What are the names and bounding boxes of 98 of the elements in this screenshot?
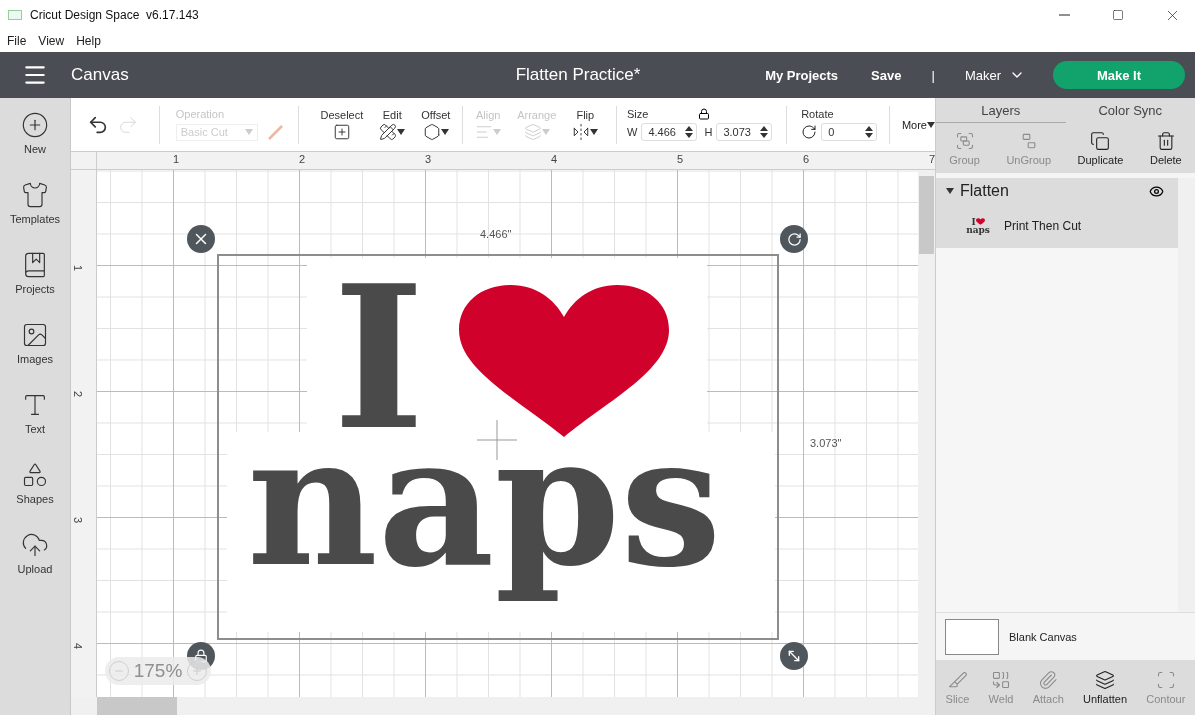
caret-icon — [440, 128, 449, 135]
ruler-label: 7 — [929, 153, 935, 165]
more-button[interactable]: More — [901, 118, 935, 131]
machine-dropdown[interactable]: Maker — [958, 66, 1031, 84]
caret-icon[interactable] — [946, 188, 954, 194]
caret-icon — [590, 128, 599, 135]
separator-text: | — [931, 67, 935, 83]
height-field[interactable]: 3.073 — [716, 123, 773, 141]
contour-icon — [1155, 670, 1176, 690]
window-title: Cricut Design Space v6.17.143 — [30, 8, 200, 22]
menu-item[interactable]: View — [38, 34, 65, 48]
sidebar-item[interactable]: Upload — [0, 518, 70, 588]
ruler-label: 3 — [425, 153, 432, 165]
eye-icon[interactable] — [1149, 183, 1164, 199]
size-label: Size — [627, 108, 649, 120]
caret-icon — [397, 128, 406, 135]
shirt-icon — [21, 181, 49, 209]
layer-group-name: Flatten — [960, 182, 1010, 200]
sidebar-item[interactable]: Text — [0, 378, 70, 448]
ruler-label: 4 — [551, 153, 558, 165]
layer-thumbnail: I naps — [965, 217, 991, 235]
menu-item[interactable]: File — [7, 34, 27, 48]
layer-row[interactable]: I naps Print Then Cut — [936, 204, 1178, 248]
app-logo — [8, 10, 22, 20]
hexagon-icon — [422, 122, 441, 141]
lock-icon[interactable] — [698, 108, 711, 120]
caret-icon — [926, 121, 935, 128]
maximize-icon — [1112, 9, 1124, 21]
spinner-arrows-icon — [865, 125, 874, 139]
heart-icon — [459, 285, 669, 437]
toolbar-tool[interactable]: Deselect — [312, 108, 372, 141]
layer-action[interactable]: Delete — [1145, 130, 1186, 166]
ruler-label: 2 — [72, 390, 85, 398]
crosshair-icon — [477, 420, 517, 460]
width-field[interactable]: 4.466 — [641, 123, 698, 141]
ruler-label: 4 — [72, 642, 85, 650]
zoom-level: 175% — [133, 660, 183, 682]
project-title: Flatten Practice* — [514, 65, 642, 85]
caret-icon — [493, 128, 502, 135]
header-link[interactable]: Save — [871, 67, 902, 83]
width-dimension: 4.466" — [480, 228, 512, 240]
toolbar-tool[interactable]: Offset — [413, 108, 459, 141]
flip-icon — [572, 122, 591, 141]
rotate-label: Rotate — [801, 108, 835, 120]
resize-handle[interactable] — [780, 642, 808, 670]
width-label: W — [627, 126, 638, 138]
layer-action[interactable]: Unflatten — [1079, 670, 1132, 705]
weld-icon — [991, 670, 1012, 690]
ruler-label: 1 — [173, 153, 180, 165]
height-dimension: 3.073" — [810, 437, 842, 449]
layer-action[interactable]: Duplicate — [1073, 130, 1128, 166]
section-title: Canvas — [71, 65, 130, 85]
header-link[interactable]: My Projects — [765, 67, 839, 83]
caret-icon — [244, 129, 253, 135]
toolbar-tool[interactable]: Edit — [371, 108, 414, 141]
spinner-arrows-icon — [760, 125, 769, 139]
spinner-arrows-icon — [685, 125, 694, 139]
ruler-label: 1 — [72, 264, 85, 272]
ruler-label: 2 — [299, 153, 306, 165]
rotate-handle[interactable] — [780, 225, 808, 253]
scrollbar-thumb[interactable] — [919, 176, 934, 254]
caret-icon — [541, 128, 550, 135]
design-text: naps — [247, 464, 722, 604]
scrollbar-thumb[interactable] — [97, 697, 177, 715]
canvas-grid[interactable]: I naps 4.466" 3.073" 175% — [97, 170, 918, 697]
cloud-upload-icon — [21, 531, 49, 559]
shapes-icon — [21, 461, 49, 489]
rotate-field[interactable]: 0 — [821, 123, 878, 141]
plus-circle-icon — [21, 111, 49, 139]
sidebar-item[interactable]: Projects — [0, 238, 70, 308]
menu-item[interactable]: Help — [76, 34, 101, 48]
toolbar-tool[interactable]: Flip — [564, 108, 607, 141]
height-label: H — [703, 126, 713, 138]
slice-icon — [947, 670, 968, 690]
rotate-icon — [801, 124, 818, 140]
pencil-ruler-icon — [379, 122, 398, 141]
sidebar-item[interactable]: Shapes — [0, 448, 70, 518]
canvas-name: Blank Canvas — [1009, 630, 1077, 643]
duplicate-icon — [1090, 130, 1111, 151]
trash-icon — [1155, 130, 1176, 151]
operation-label: Operation — [175, 108, 226, 120]
sidebar-item[interactable]: Images — [0, 308, 70, 378]
image-icon — [21, 321, 49, 349]
delete-handle[interactable] — [187, 225, 215, 253]
design-text: I — [333, 260, 425, 456]
minimize-icon — [1058, 14, 1070, 16]
panel-tab[interactable]: Color Sync — [1065, 98, 1195, 123]
ruler-label: 5 — [677, 153, 684, 165]
layer-name: Print Then Cut — [1004, 219, 1082, 233]
sidebar-item[interactable]: Templates — [0, 168, 70, 238]
paperclip-icon — [1038, 670, 1059, 690]
layers-icon — [1095, 670, 1115, 690]
sidebar-item[interactable]: New — [0, 98, 70, 168]
canvas-thumbnail — [945, 618, 999, 655]
ruler-label: 3 — [72, 516, 85, 524]
group-icon — [954, 130, 975, 151]
layer-group-row[interactable]: Flatten — [936, 178, 1178, 204]
ruler-label: 6 — [803, 153, 810, 165]
